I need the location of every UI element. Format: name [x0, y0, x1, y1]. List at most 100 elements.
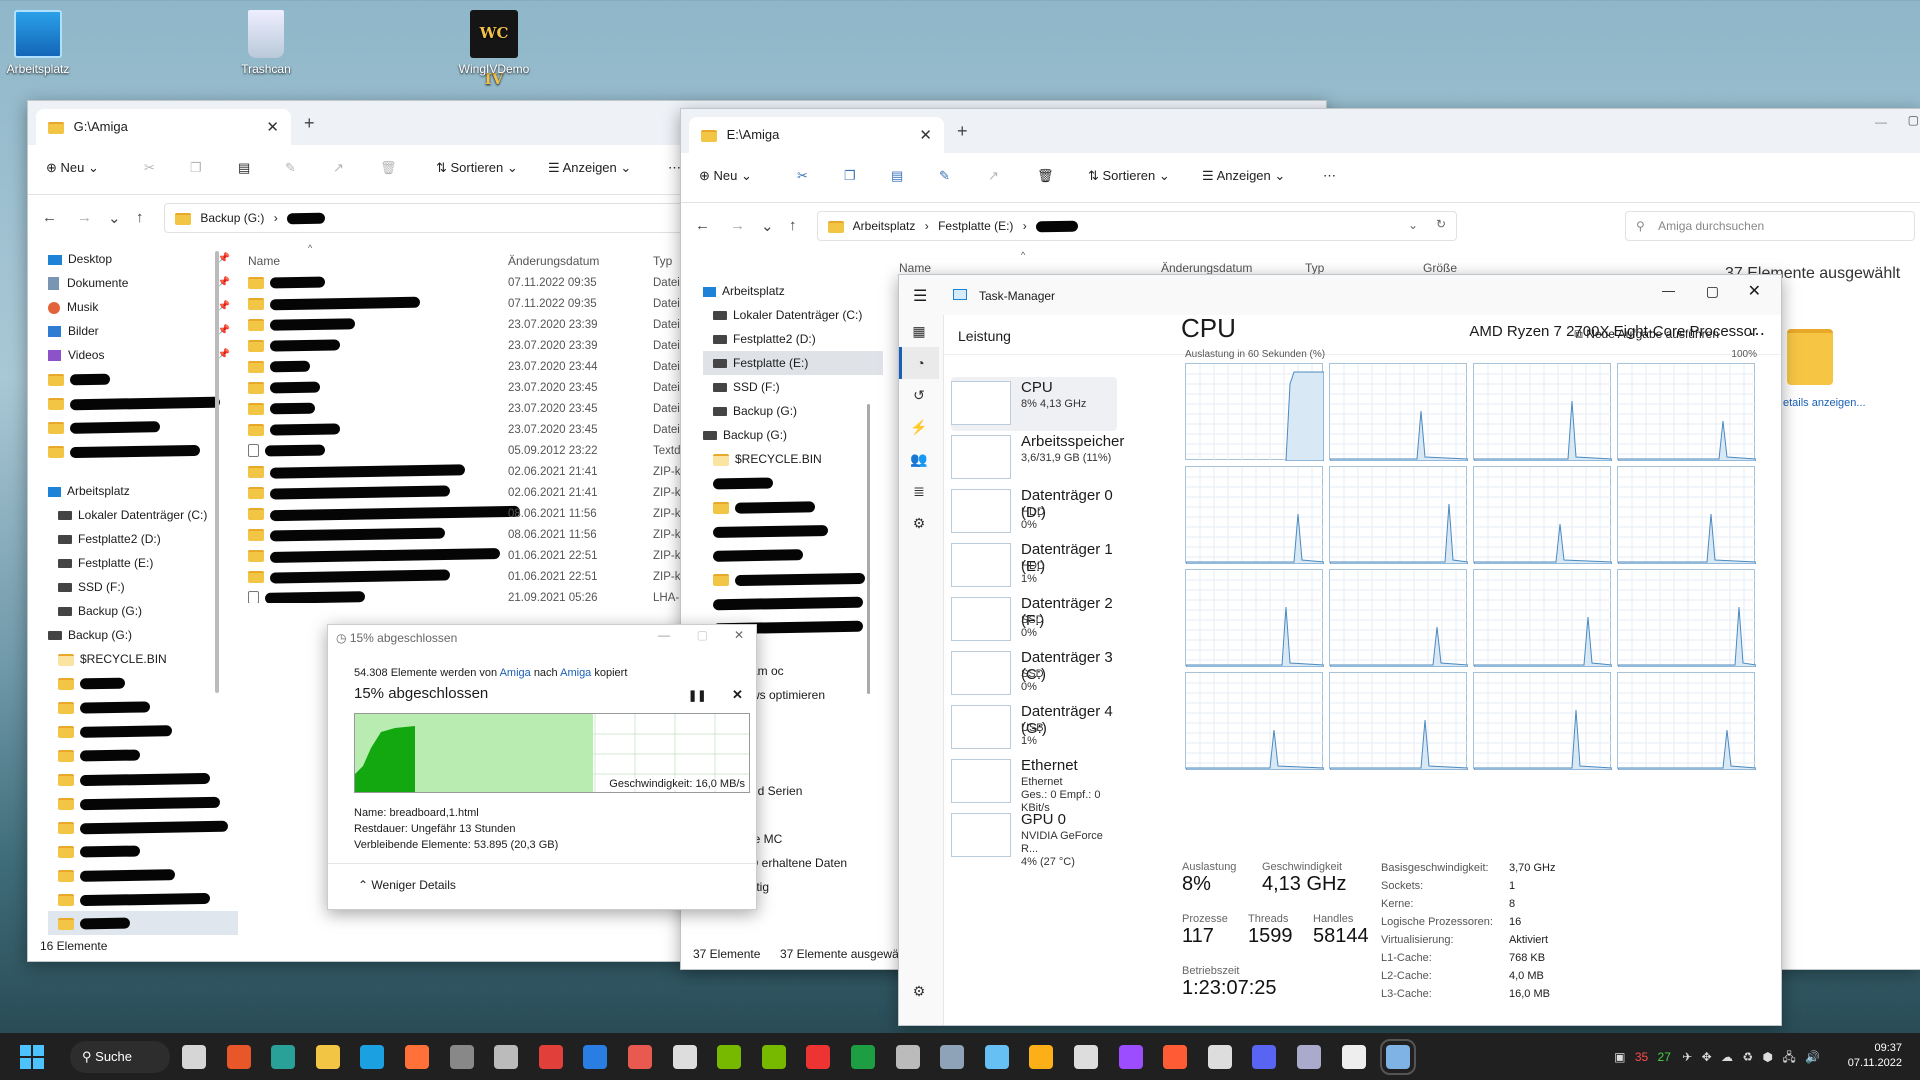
tab-g-amiga[interactable]: G:\Amiga ✕	[36, 109, 291, 145]
breadcrumb[interactable]: Arbeitsplatz › Festplatte (E:) › ⌄ ↻	[817, 211, 1457, 241]
tree-item-redacted[interactable]	[48, 671, 238, 695]
volume-icon[interactable]: 🔊	[1805, 1050, 1820, 1064]
file-row[interactable]: 23.07.2020 23:39 Datei	[248, 315, 718, 336]
tree-item-drive-f[interactable]: SSD (F:)	[703, 375, 883, 399]
app-green-icon[interactable]	[851, 1045, 875, 1069]
services-icon[interactable]: ⚙	[899, 507, 939, 539]
sidebar-item-redacted[interactable]	[48, 439, 238, 463]
minimize-icon[interactable]: —	[658, 628, 670, 642]
pause-button[interactable]: ❚❚	[688, 689, 706, 702]
app-wave-icon[interactable]	[628, 1045, 652, 1069]
tree-item-redacted[interactable]	[703, 471, 883, 495]
nvidia-broadcast-icon[interactable]	[761, 1045, 786, 1069]
file-row[interactable]: 02.06.2021 21:41 ZIP-k	[248, 462, 718, 483]
tree-item-arbeitsplatz[interactable]: Arbeitsplatz	[48, 479, 238, 503]
tree-item-drive-f[interactable]: SSD (F:)	[48, 575, 238, 599]
search-box[interactable]: ⚲ Amiga durchsuchen	[1625, 211, 1915, 241]
nvidia-icon[interactable]	[717, 1045, 742, 1069]
tab-e-amiga[interactable]: E:\Amiga ✕	[689, 117, 944, 153]
breadcrumb[interactable]: Backup (G:) ›	[164, 203, 684, 233]
column-header-name[interactable]: Name	[899, 261, 931, 275]
tree-item-recycle-bin[interactable]: $RECYCLE.BIN	[703, 447, 883, 471]
tree-item-drive-g[interactable]: Backup (G:)	[703, 399, 883, 423]
desktop-icon-arbeitsplatz[interactable]: Arbeitsplatz	[0, 6, 81, 76]
desktop-icon-trashcan[interactable]: Trashcan	[223, 6, 309, 76]
tree-item-drive-g[interactable]: Backup (G:)	[48, 599, 238, 623]
file-row[interactable]: 23.07.2020 23:45 Datei	[248, 420, 718, 441]
task-manager-icon[interactable]	[1380, 1039, 1417, 1075]
perf-item[interactable]: Datenträger 3 (C:) SSD 0%	[951, 647, 1117, 701]
sidebar-item-videos[interactable]: Videos 📌	[48, 343, 238, 367]
sidebar-item-bilder[interactable]: Bilder 📌	[48, 319, 238, 343]
file-row[interactable]: 02.06.2021 21:41 ZIP-k	[248, 483, 718, 504]
rename-icon[interactable]: ✎	[285, 160, 296, 176]
column-header-name[interactable]: Name	[248, 254, 280, 268]
desktop-icon-wingivdemo[interactable]: WC IV WingIVDemo	[451, 6, 537, 88]
app-badge-icon[interactable]	[672, 1045, 697, 1069]
nav-pane-scrollbar[interactable]	[215, 251, 219, 693]
file-row[interactable]: 05.09.2012 23:22 Textd	[248, 441, 718, 462]
file-row[interactable]: 23.07.2020 23:45 Datei	[248, 378, 718, 399]
nav-pane-scrollbar[interactable]	[867, 404, 870, 694]
cut-icon[interactable]: ✂	[797, 168, 808, 184]
app-history-icon[interactable]: ↺	[899, 379, 939, 411]
tray-counter-green[interactable]: 27	[1658, 1050, 1671, 1064]
cloud-icon[interactable]: ☁	[1721, 1050, 1733, 1064]
tray-counter-red[interactable]: 35	[1635, 1050, 1648, 1064]
new-tab-button[interactable]: +	[304, 113, 315, 134]
hamburger-menu-icon[interactable]: ☰	[913, 286, 927, 306]
tree-item-redacted[interactable]	[703, 495, 883, 519]
app-teal-icon[interactable]	[271, 1045, 296, 1069]
close-tab-icon[interactable]: ✕	[919, 126, 932, 144]
sidebar-item-redacted[interactable]	[48, 391, 238, 415]
file-row[interactable]: 07.11.2022 09:35 Datei	[248, 294, 718, 315]
explorer-tile-icon[interactable]	[182, 1045, 206, 1069]
tree-item-redacted[interactable]	[48, 695, 238, 719]
new-button[interactable]: ⊕ Neu ⌄	[699, 168, 752, 184]
app-red-icon[interactable]	[226, 1045, 251, 1069]
tree-item-redacted[interactable]	[48, 863, 238, 887]
perf-item[interactable]: CPU 8% 4,13 GHz	[951, 377, 1117, 431]
delete-icon[interactable]: 🗑	[380, 160, 397, 176]
tree-item-redacted[interactable]	[48, 719, 238, 743]
file-row[interactable]: 07.11.2022 09:35 Datei	[248, 273, 718, 294]
epic-icon[interactable]	[1074, 1045, 1098, 1069]
file-row[interactable]: 01.06.2021 22:51 ZIP-k	[248, 546, 718, 567]
destination-link[interactable]: Amiga	[560, 667, 591, 679]
settings-icon[interactable]: ⚙	[899, 975, 939, 1007]
delete-icon[interactable]: 🗑	[1037, 168, 1054, 184]
app-ring-icon[interactable]	[1118, 1045, 1143, 1069]
tray-icon[interactable]: ♻	[1742, 1050, 1753, 1064]
more-options-icon[interactable]: ⋯	[1323, 168, 1336, 184]
tree-item-redacted[interactable]	[703, 543, 883, 567]
file-row[interactable]: 23.07.2020 23:39 Datei	[248, 336, 718, 357]
column-header-type[interactable]: Typ	[1305, 261, 1324, 275]
recent-icon[interactable]: ⌄	[761, 217, 774, 235]
copy-icon[interactable]: ❐	[844, 168, 856, 184]
cancel-copy-button[interactable]: ✕	[732, 687, 743, 703]
minimize-icon[interactable]: —	[1662, 283, 1675, 298]
up-icon[interactable]: ↑	[789, 217, 797, 234]
view-button[interactable]: ☰ Anzeigen ⌄	[1202, 168, 1285, 184]
app-card-icon[interactable]	[806, 1045, 831, 1069]
tree-item-backup-g[interactable]: Backup (G:)	[703, 423, 883, 447]
sidebar-item-dokumente[interactable]: Dokumente 📌	[48, 271, 238, 295]
cut-icon[interactable]: ✂	[144, 160, 155, 176]
processes-icon[interactable]: ▦	[899, 315, 939, 347]
file-row[interactable]: 08.06.2021 11:56 ZIP-k	[248, 525, 718, 546]
tree-item-drive-e[interactable]: Festplatte (E:)	[703, 351, 883, 375]
close-icon[interactable]: ✕	[734, 628, 744, 642]
sidebar-item-redacted[interactable]	[48, 415, 238, 439]
perf-item[interactable]: Datenträger 1 (E:) HDD 1%	[951, 539, 1117, 593]
close-icon[interactable]: ✕	[1748, 281, 1761, 301]
discord-icon[interactable]	[1252, 1045, 1277, 1069]
tray-icon[interactable]: ⬢	[1762, 1050, 1772, 1064]
search-button[interactable]: ⚲ Suche	[70, 1041, 170, 1073]
start-button[interactable]	[20, 1045, 44, 1069]
tree-item-redacted[interactable]	[48, 887, 238, 911]
close-tab-icon[interactable]: ✕	[266, 118, 279, 136]
app-circle-icon[interactable]	[449, 1045, 474, 1069]
sidebar-item-musik[interactable]: Musik 📌	[48, 295, 238, 319]
new-tab-button[interactable]: +	[957, 121, 968, 142]
perf-item[interactable]: Datenträger 2 (F:) SSD 0%	[951, 593, 1117, 647]
